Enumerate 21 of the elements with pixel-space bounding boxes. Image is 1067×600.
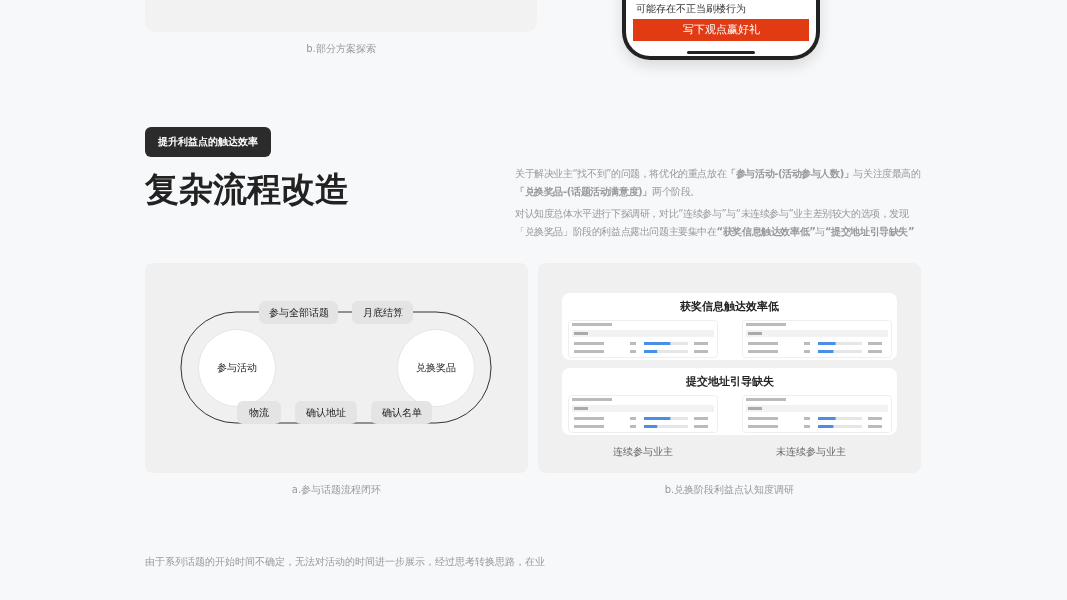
step-label: 月底结算 [352,301,413,324]
home-indicator [687,51,755,54]
figure-caption: a.参与话题流程闭环 [291,483,382,497]
step-label: 确认地址 [295,401,357,424]
figure-caption: b.兑换阶段利益点认知度调研 [664,483,795,497]
figure-caption: b.部分方案探索 [306,42,376,56]
group-label: 未连续参与业主 [775,445,846,459]
step-label: 物流 [237,401,281,424]
section-tag: 提升利益点的触达效率 [145,127,271,157]
panel-title: 提交地址引导缺失 [685,375,774,389]
description-paragraph: 对认知度总体水平进行下探调研，对比“连续参与”与“未连续参与”业主差别较大的选项，发现「兑换奖品」阶段的利益点露出问题主要集中在“获奖信息触达效率低”与“提交地址引导缺失” [515,207,916,239]
section-title: 复杂流程改造 [145,168,349,210]
panel-title: 获奖信息触达效率低 [680,300,779,314]
step-label: 参与全部话题 [259,301,338,324]
description-paragraph: 关于解决业主“找不到”的问题，将优化的重点放在「参与活动-(活动参与人数)」与关注度最高的「兑换奖品-(话题活动满意度)」两个阶段。 [515,167,922,199]
stage-circle: 参与活动 [198,329,276,407]
comment-text: 可能存在不正当刷楼行为 [636,2,746,15]
step-label: 确认名单 [371,401,432,424]
stage-circle: 兑换奖品 [397,329,475,407]
group-label: 连续参与业主 [613,445,674,459]
write-opinion-button[interactable]: 写下观点赢好礼 [633,19,809,41]
